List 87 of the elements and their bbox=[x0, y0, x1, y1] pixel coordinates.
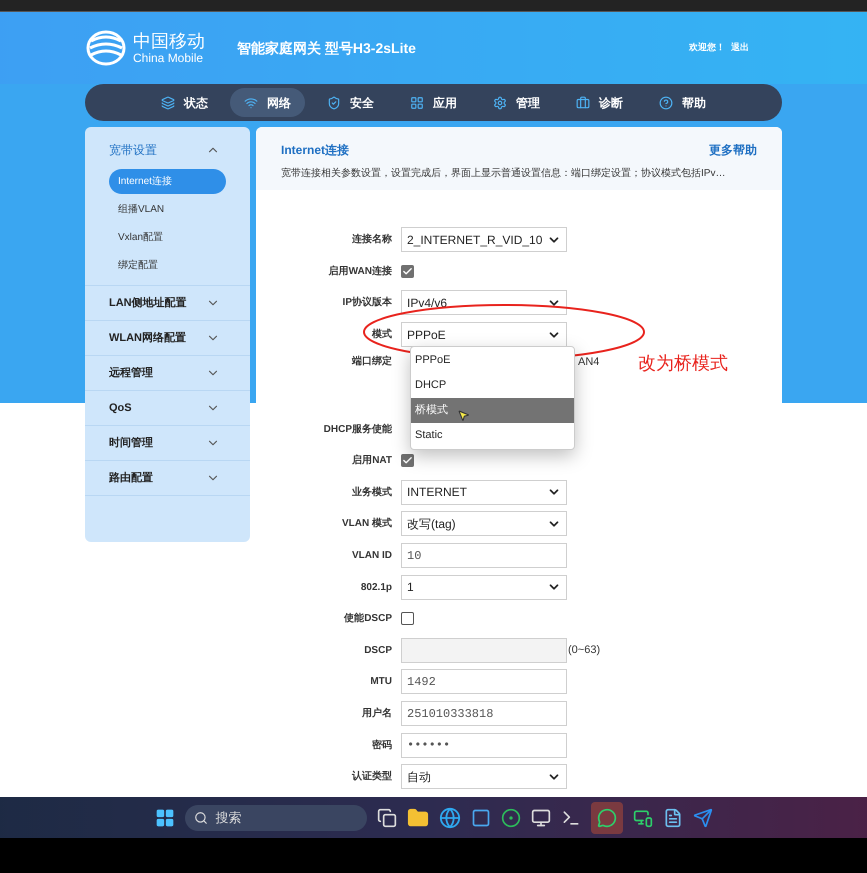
nav-tab[interactable]: 诊断 bbox=[562, 88, 637, 117]
help-icon bbox=[659, 96, 673, 110]
select-field[interactable]: 2_INTERNET_R_VID_10 bbox=[401, 227, 567, 252]
help-link[interactable]: 更多帮助 bbox=[709, 141, 757, 159]
task-view-icon[interactable] bbox=[376, 808, 396, 828]
field-label: 端口绑定 bbox=[350, 354, 393, 370]
field-label: VLAN ID bbox=[351, 549, 393, 564]
panel-description: 宽带连接相关参数设置，设置完成后，界面上显示普通设置信息：端口绑定设置；协议模式包括IPv… bbox=[281, 166, 726, 181]
layers-icon bbox=[161, 96, 175, 110]
nav-tab[interactable]: 应用 bbox=[396, 88, 471, 117]
dropdown-option[interactable]: Static bbox=[411, 423, 574, 448]
logo-text: 中国移动 bbox=[133, 32, 205, 50]
port-label: AN4 bbox=[578, 355, 600, 370]
checkbox[interactable] bbox=[401, 454, 414, 468]
field-label: 认证类型 bbox=[350, 770, 393, 784]
panel-title: Internet连接 bbox=[281, 142, 350, 159]
window-icon[interactable] bbox=[470, 808, 490, 828]
field-label: 启用WAN连接 bbox=[328, 264, 393, 279]
sidebar-group[interactable]: 路由配置 bbox=[85, 461, 250, 495]
field-label: MTU bbox=[369, 675, 393, 690]
select-field[interactable]: 自动 bbox=[401, 764, 567, 790]
field-label: 用户名 bbox=[361, 706, 393, 722]
field-label: DSCP bbox=[363, 644, 393, 658]
nav-tab[interactable]: 网络 bbox=[230, 88, 305, 117]
logo-icon bbox=[85, 29, 127, 67]
logo-subtext: China Mobile bbox=[133, 52, 204, 64]
sidebar-group[interactable]: QoS bbox=[85, 391, 250, 425]
input-field[interactable]: 251010333818 bbox=[401, 701, 567, 726]
check-icon bbox=[402, 266, 413, 277]
grid-icon bbox=[410, 96, 424, 110]
field-label: 802.1p bbox=[360, 580, 393, 595]
nav-tab[interactable]: 状态 bbox=[147, 88, 222, 117]
sidebar-item[interactable]: Vxlan配置 bbox=[109, 224, 226, 250]
field-label: VLAN 模式 bbox=[341, 516, 393, 532]
dropdown-option[interactable]: DHCP bbox=[411, 373, 574, 398]
cursor-icon bbox=[457, 409, 470, 422]
briefcase-icon bbox=[576, 96, 590, 110]
select-field[interactable]: INTERNET bbox=[401, 480, 567, 505]
sidebar-group[interactable]: 远程管理 bbox=[85, 356, 250, 390]
field-label: 模式 bbox=[370, 328, 393, 342]
sidebar-group[interactable]: 宽带设置 bbox=[85, 133, 250, 167]
nav-tab[interactable]: 帮助 bbox=[645, 88, 720, 117]
start-icon[interactable] bbox=[154, 808, 174, 828]
folder-icon[interactable] bbox=[406, 806, 428, 828]
browser-icon[interactable] bbox=[438, 806, 460, 828]
checkbox[interactable] bbox=[401, 264, 414, 278]
search-field[interactable]: 搜索 bbox=[184, 804, 366, 830]
field-label: 连接名称 bbox=[351, 232, 393, 248]
input-field[interactable]: 1492 bbox=[401, 669, 567, 694]
field-label: DHCP服务使能 bbox=[322, 422, 393, 437]
sidebar-group[interactable]: WLAN网络配置 bbox=[85, 321, 250, 355]
field-label: IP协议版本 bbox=[342, 296, 393, 310]
annotation-text: 改为桥模式 bbox=[638, 352, 728, 375]
circle-logo-icon[interactable] bbox=[500, 808, 520, 828]
input-field[interactable]: 10 bbox=[401, 543, 567, 568]
chat-icon bbox=[596, 808, 616, 828]
search-icon bbox=[194, 810, 208, 824]
field-label: 密码 bbox=[371, 738, 393, 753]
field-label: 启用NAT bbox=[351, 453, 393, 468]
select-field[interactable]: PPPoE bbox=[401, 322, 567, 348]
select-field[interactable]: 1 bbox=[401, 574, 567, 600]
send-icon[interactable] bbox=[692, 808, 712, 828]
check-icon bbox=[402, 455, 413, 466]
field-label: 业务模式 bbox=[351, 486, 393, 500]
device-title: 智能家庭网关 型号H3-2sLite bbox=[237, 38, 416, 58]
dropdown-option[interactable]: PPPoE bbox=[411, 348, 574, 373]
screen-icon[interactable] bbox=[632, 808, 652, 828]
input-field[interactable]: •••••• bbox=[401, 732, 567, 758]
welcome-text: 欢迎您！ bbox=[689, 41, 725, 54]
chat-app-button[interactable] bbox=[590, 802, 622, 834]
notepad-icon[interactable] bbox=[662, 808, 682, 828]
field-label: 使能DSCP bbox=[342, 612, 393, 626]
sidebar-item[interactable]: 绑定配置 bbox=[109, 252, 226, 278]
select-field[interactable]: IPv4/v6 bbox=[401, 290, 567, 316]
checkbox[interactable] bbox=[401, 612, 414, 626]
sidebar-group[interactable]: LAN侧地址配置 bbox=[85, 286, 250, 320]
dropdown-option[interactable]: 桥模式 bbox=[411, 398, 574, 423]
sidebar-group[interactable]: 时间管理 bbox=[85, 426, 250, 460]
monitor-icon[interactable] bbox=[530, 808, 550, 828]
wifi-icon bbox=[244, 96, 258, 110]
shield-icon bbox=[327, 96, 341, 110]
select-field[interactable]: 改写(tag) bbox=[401, 511, 567, 536]
range-hint: (0~63) bbox=[568, 643, 600, 658]
settings-icon bbox=[493, 96, 507, 110]
sidebar-item[interactable]: 组播VLAN bbox=[109, 196, 226, 222]
nav-tab[interactable]: 管理 bbox=[479, 88, 554, 117]
nav-tab[interactable]: 安全 bbox=[313, 88, 388, 117]
